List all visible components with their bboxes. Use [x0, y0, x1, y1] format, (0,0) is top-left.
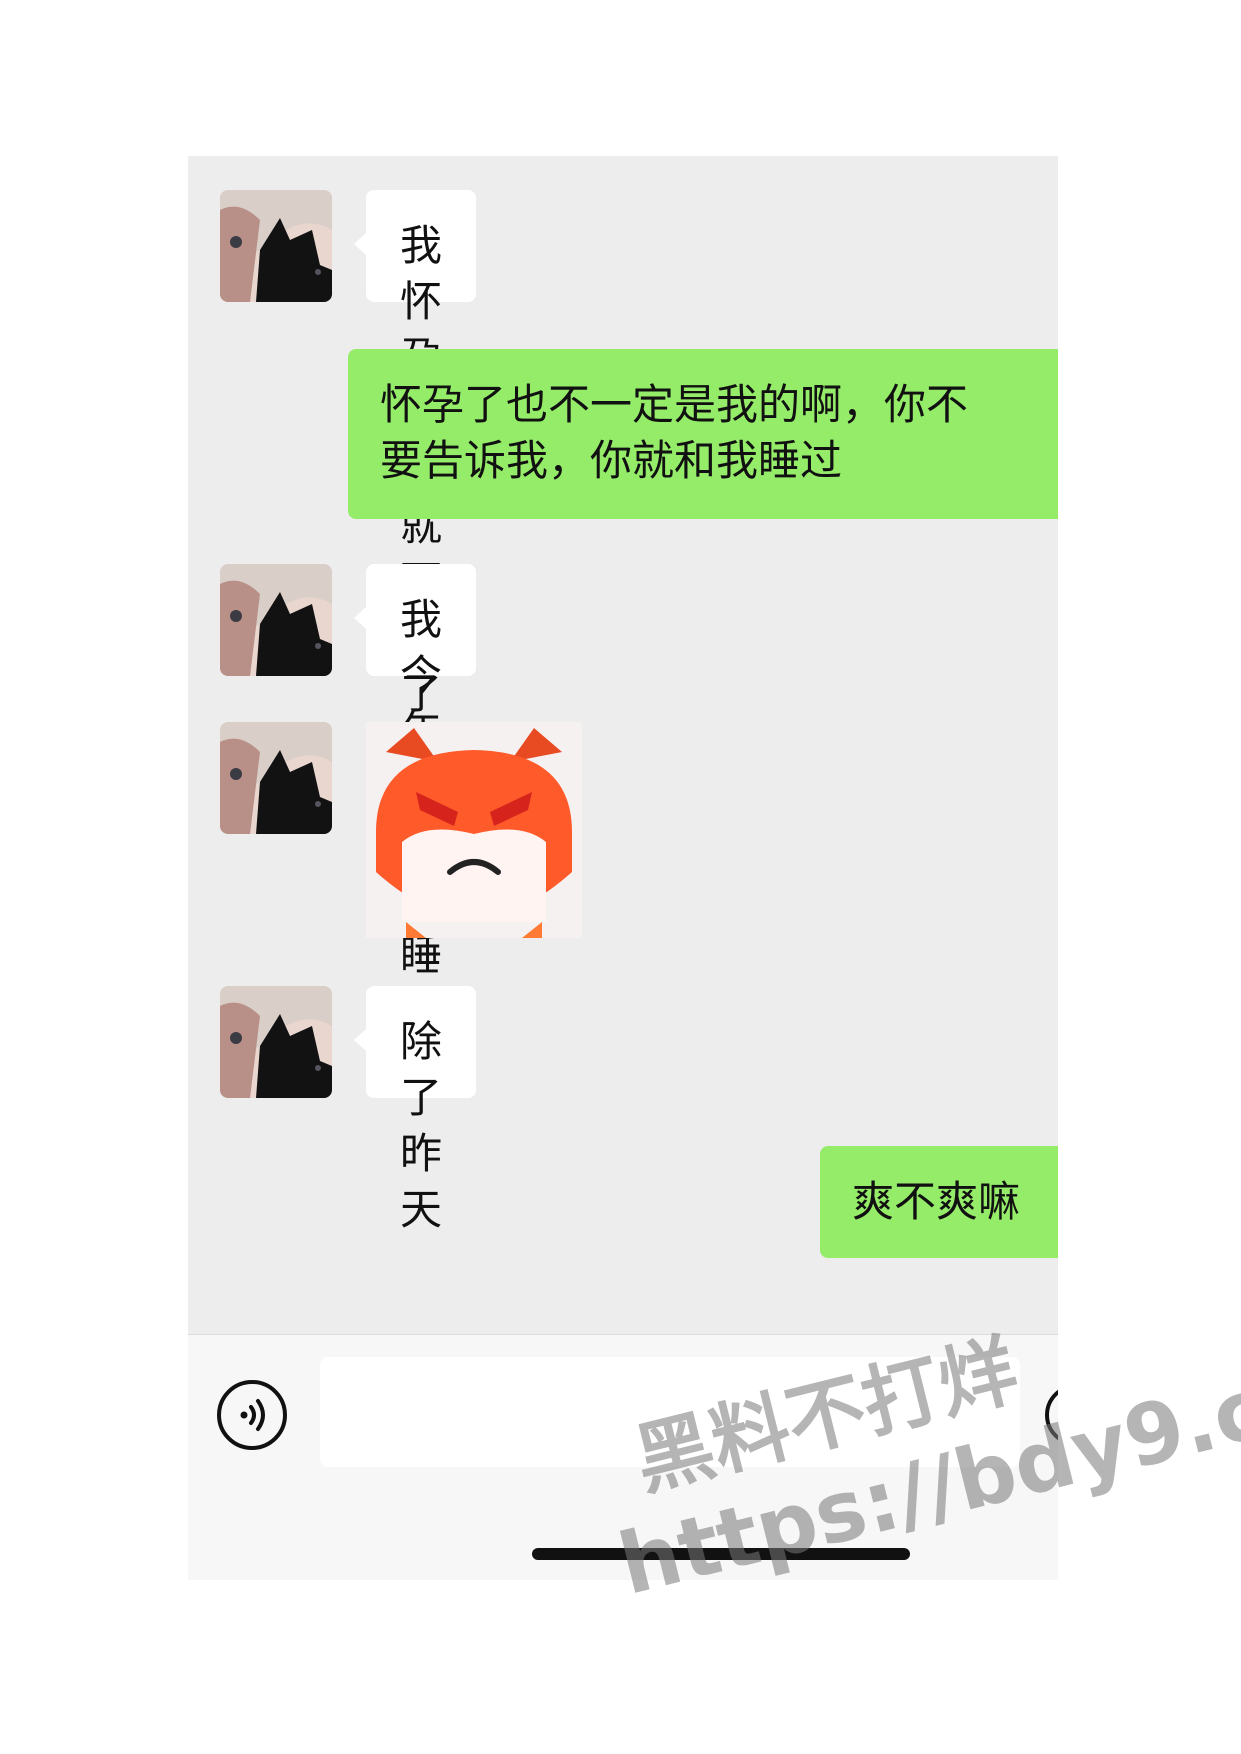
angry-fox-sticker[interactable]	[366, 722, 582, 938]
contact-avatar[interactable]	[220, 190, 332, 302]
home-indicator[interactable]	[532, 1548, 910, 1560]
incoming-message-bubble[interactable]: 除了昨天	[353, 986, 477, 1234]
emoji-button[interactable]	[1044, 1383, 1058, 1447]
page: 我怀孕了你就死定了 怀孕了也不一定是我的啊，你不 要告诉我，你就和我睡过	[0, 0, 1241, 1754]
chat-screen: 我怀孕了你就死定了 怀孕了也不一定是我的啊，你不 要告诉我，你就和我睡过	[188, 156, 1058, 1580]
contact-avatar[interactable]	[220, 986, 332, 1098]
contact-avatar[interactable]	[220, 564, 332, 676]
voice-button[interactable]	[216, 1379, 288, 1451]
voice-icon	[217, 1380, 287, 1450]
incoming-message-bubble[interactable]: 我怀孕了你就死定了	[353, 190, 477, 718]
message-text: 除了昨天	[400, 1017, 443, 1234]
message-text-line-2: 要告诉我，你就和我睡过	[380, 436, 843, 485]
outgoing-message-bubble[interactable]: 怀孕了也不一定是我的啊，你不 要告诉我，你就和我睡过	[348, 349, 1058, 519]
message-text: 爽不爽嘛	[852, 1177, 1021, 1226]
message-text-line-1: 怀孕了也不一定是我的啊，你不	[380, 380, 969, 429]
emoji-icon	[1045, 1389, 1058, 1441]
incoming-message-bubble[interactable]: 我今年就和你睡过	[353, 564, 477, 1036]
input-bar	[188, 1334, 1058, 1580]
contact-avatar[interactable]	[220, 722, 332, 834]
angry-fox-icon	[366, 722, 582, 938]
outgoing-message-bubble[interactable]: 爽不爽嘛	[820, 1146, 1058, 1258]
message-input[interactable]	[320, 1357, 1020, 1467]
